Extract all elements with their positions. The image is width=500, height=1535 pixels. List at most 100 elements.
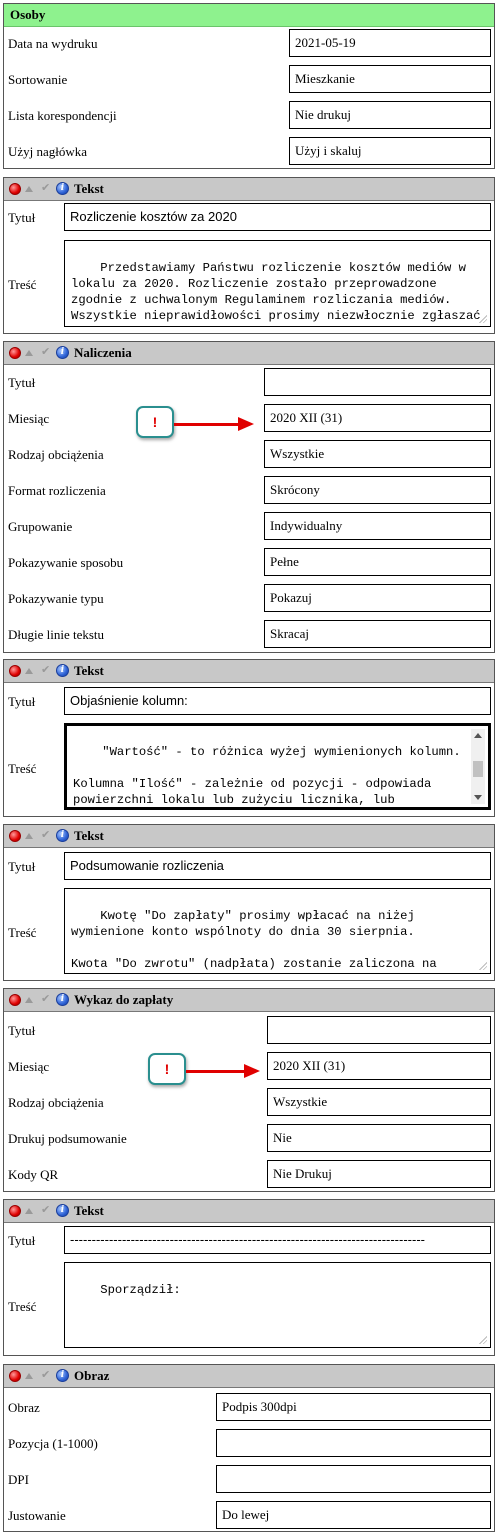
charge-type-select[interactable]: Wszystkie: [264, 440, 491, 468]
info-icon[interactable]: i: [56, 182, 69, 195]
field-label: Miesiąc: [8, 1059, 50, 1074]
field-label: Miesiąc: [8, 411, 50, 426]
check-icon[interactable]: ✔: [41, 182, 53, 194]
print-summary-select[interactable]: Nie: [267, 1124, 491, 1152]
field-label: Tytuł: [8, 1233, 36, 1248]
field-label: Kody QR: [8, 1167, 59, 1182]
check-icon[interactable]: ✔: [41, 1204, 53, 1216]
field-label: Tytuł: [8, 375, 36, 390]
field-label: Grupowanie: [8, 519, 73, 534]
field-label: Rodzaj obciążenia: [8, 1095, 104, 1110]
info-icon[interactable]: i: [56, 829, 69, 842]
field-label: Użyj nagłówka: [8, 144, 88, 159]
field-label: Obraz: [8, 1400, 40, 1415]
scrollbar[interactable]: [471, 729, 485, 804]
justification-select[interactable]: Do lewej: [216, 1501, 491, 1529]
correspondence-list-select[interactable]: Nie drukuj: [289, 101, 491, 129]
section-osoby: Osoby Data na wydruku 2021-05-19 Sortowa…: [3, 3, 495, 169]
qr-codes-select[interactable]: Nie Drukuj: [267, 1160, 491, 1188]
field-label: Sortowanie: [8, 72, 68, 87]
close-icon[interactable]: [9, 183, 21, 195]
warning-callout: !: [136, 406, 174, 438]
close-icon[interactable]: [9, 994, 21, 1006]
check-icon[interactable]: ✔: [41, 346, 53, 358]
section-tekst-4: ✔ i Tekst Tytuł ------------------------…: [3, 1199, 495, 1356]
check-icon[interactable]: ✔: [41, 829, 53, 841]
section-title: Naliczenia: [74, 345, 132, 360]
use-header-select[interactable]: Użyj i skaluj: [289, 137, 491, 165]
close-icon[interactable]: [9, 665, 21, 677]
field-label: Treść: [8, 1299, 37, 1314]
field-label: Rodzaj obciążenia: [8, 447, 104, 462]
section-header: ✔ i Tekst: [4, 178, 494, 201]
settlement-format-select[interactable]: Skrócony: [264, 476, 491, 504]
grouping-select[interactable]: Indywidualny: [264, 512, 491, 540]
content-textarea[interactable]: "Wartość" - to różnica wyżej wymienionyc…: [64, 723, 491, 810]
field-label: Format rozliczenia: [8, 483, 106, 498]
dpi-input[interactable]: [216, 1465, 491, 1493]
info-icon[interactable]: i: [56, 993, 69, 1006]
scroll-up-icon[interactable]: [474, 733, 482, 738]
field-label: Pokazywanie typu: [8, 591, 104, 606]
charge-type-select[interactable]: Wszystkie: [267, 1088, 491, 1116]
section-header: ✔ i Tekst: [4, 825, 494, 848]
section-title: Osoby: [10, 7, 46, 22]
close-icon[interactable]: [9, 1370, 21, 1382]
section-header: ✔ i Naliczenia: [4, 342, 494, 365]
title-input[interactable]: Objaśnienie kolumn:: [64, 687, 491, 715]
section-tekst-2: ✔ i Tekst Tytuł Objaśnienie kolumn: Treś…: [3, 659, 495, 817]
method-display-select[interactable]: Pełne: [264, 548, 491, 576]
field-label: DPI: [8, 1472, 29, 1487]
resize-grip-icon[interactable]: [479, 315, 487, 323]
field-label: Treść: [8, 277, 37, 292]
move-up-icon[interactable]: [25, 997, 33, 1003]
info-icon[interactable]: i: [56, 1369, 69, 1382]
field-label: Tytuł: [8, 859, 36, 874]
content-textarea[interactable]: Kwotę "Do zapłaty" prosimy wpłacać na ni…: [64, 888, 491, 974]
section-title: Tekst: [74, 1203, 104, 1218]
info-icon[interactable]: i: [56, 1204, 69, 1217]
scroll-thumb[interactable]: [473, 761, 483, 777]
type-display-select[interactable]: Pokazuj: [264, 584, 491, 612]
move-up-icon[interactable]: [25, 350, 33, 356]
title-input[interactable]: ----------------------------------------…: [64, 1226, 491, 1254]
content-textarea[interactable]: Sporządził:: [64, 1262, 491, 1348]
info-icon[interactable]: i: [56, 346, 69, 359]
move-up-icon[interactable]: [25, 1208, 33, 1214]
title-input[interactable]: Podsumowanie rozliczenia: [64, 852, 491, 880]
print-date-field[interactable]: 2021-05-19: [289, 29, 491, 57]
section-header: ✔ i Wykaz do zapłaty: [4, 989, 494, 1012]
content-text: Sporządził:: [100, 1283, 181, 1297]
resize-grip-icon[interactable]: [479, 962, 487, 970]
move-up-icon[interactable]: [25, 1373, 33, 1379]
field-label: Drukuj podsumowanie: [8, 1131, 127, 1146]
title-input[interactable]: Rozliczenie kosztów za 2020: [64, 203, 491, 231]
check-icon[interactable]: ✔: [41, 664, 53, 676]
check-icon[interactable]: ✔: [41, 993, 53, 1005]
close-icon[interactable]: [9, 347, 21, 359]
title-input[interactable]: [267, 1016, 491, 1044]
info-icon[interactable]: i: [56, 664, 69, 677]
check-icon[interactable]: ✔: [41, 1369, 53, 1381]
move-up-icon[interactable]: [25, 833, 33, 839]
section-title: Tekst: [74, 663, 104, 678]
field-label: Tytuł: [8, 1023, 36, 1038]
close-icon[interactable]: [9, 830, 21, 842]
sorting-select[interactable]: Mieszkanie: [289, 65, 491, 93]
position-input[interactable]: [216, 1429, 491, 1457]
section-header: Osoby: [4, 4, 494, 27]
scroll-down-icon[interactable]: [474, 795, 482, 800]
long-lines-select[interactable]: Skracaj: [264, 620, 491, 648]
month-select[interactable]: 2020 XII (31): [267, 1052, 491, 1080]
resize-grip-icon[interactable]: [479, 1336, 487, 1344]
close-icon[interactable]: [9, 1205, 21, 1217]
month-select[interactable]: 2020 XII (31): [264, 404, 491, 432]
image-select[interactable]: Podpis 300dpi: [216, 1393, 491, 1421]
section-header: ✔ i Tekst: [4, 1200, 494, 1223]
section-tekst-3: ✔ i Tekst Tytuł Podsumowanie rozliczenia…: [3, 824, 495, 981]
content-textarea[interactable]: Przedstawiamy Państwu rozliczenie kosztó…: [64, 240, 491, 327]
section-header: ✔ i Tekst: [4, 660, 494, 683]
move-up-icon[interactable]: [25, 668, 33, 674]
move-up-icon[interactable]: [25, 186, 33, 192]
title-input[interactable]: [264, 368, 491, 396]
